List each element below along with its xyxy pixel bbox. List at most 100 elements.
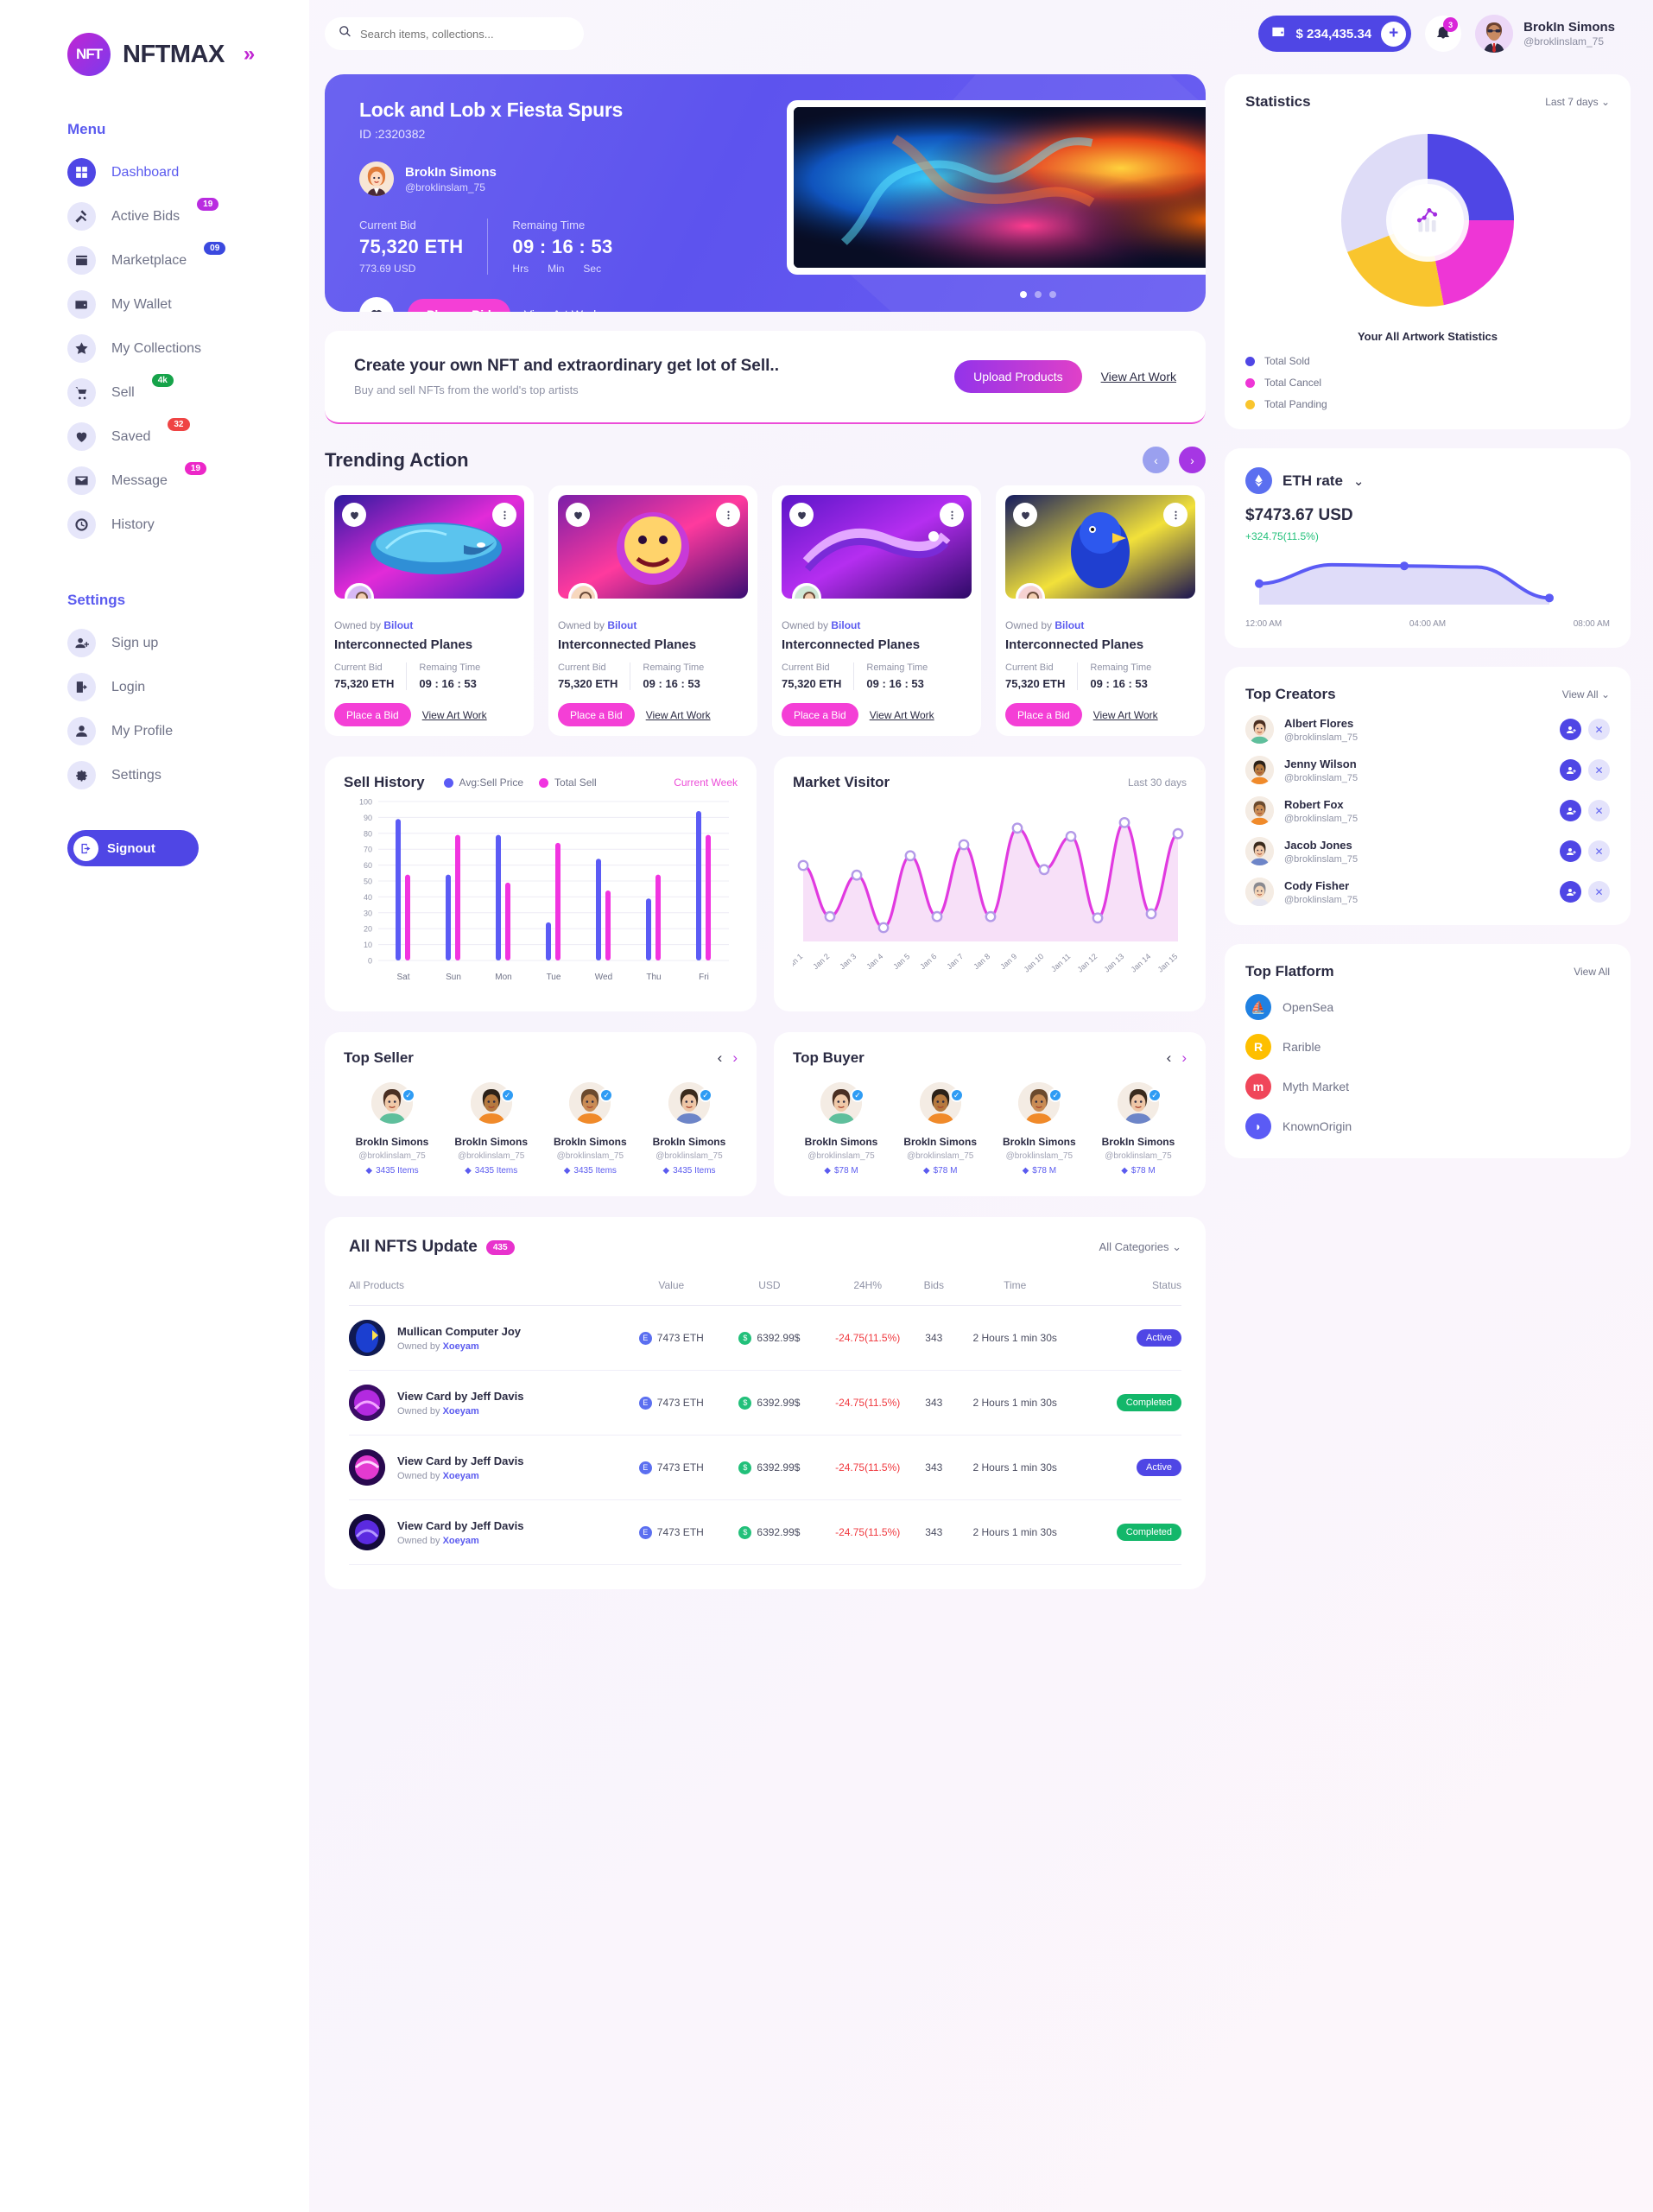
dismiss-creator-icon[interactable]: ✕ xyxy=(1588,881,1610,903)
more-options-icon[interactable] xyxy=(492,503,516,527)
follow-creator-icon[interactable] xyxy=(1560,719,1581,740)
seller-next-icon[interactable]: › xyxy=(732,1049,738,1067)
carousel-dot-1[interactable] xyxy=(1020,291,1027,298)
top-buyer-item[interactable]: ✓ BrokIn Simons @broklinslam_75 ◆ $78 M xyxy=(793,1082,890,1176)
top-seller-item[interactable]: ✓ BrokIn Simons @broklinslam_75 ◆ 3435 Items xyxy=(641,1082,738,1176)
follow-creator-icon[interactable] xyxy=(1560,881,1581,903)
sidebar-item-sign-up[interactable]: Sign up xyxy=(0,621,309,665)
view-artwork-link[interactable]: View Art Work xyxy=(524,307,599,312)
carousel-dot-3[interactable] xyxy=(1049,291,1056,298)
trending-nft-card[interactable]: Owned by Bilout Interconnected Planes Curr… xyxy=(548,485,757,736)
sidebar-item-sell[interactable]: Sell 4k xyxy=(0,371,309,415)
more-options-icon[interactable] xyxy=(716,503,740,527)
follow-creator-icon[interactable] xyxy=(1560,800,1581,821)
table-row[interactable]: View Card by Jeff Davis Owned by Xoeyam E 7… xyxy=(349,1499,1181,1565)
creator-row[interactable]: Jenny Wilson @broklinslam_75 ✕ xyxy=(1245,756,1610,784)
sidebar-item-my-profile[interactable]: My Profile xyxy=(0,709,309,753)
place-bid-button[interactable]: Place a Bid xyxy=(558,703,635,726)
table-row[interactable]: View Card by Jeff Davis Owned by Xoeyam E 7… xyxy=(349,1370,1181,1436)
dismiss-creator-icon[interactable]: ✕ xyxy=(1588,759,1610,781)
sidebar-item-my-wallet[interactable]: My Wallet xyxy=(0,282,309,326)
top-seller-item[interactable]: ✓ BrokIn Simons @broklinslam_75 ◆ 3435 Items xyxy=(344,1082,440,1176)
brand-logo-area[interactable]: NFT NFTMAX » xyxy=(0,21,309,76)
follow-creator-icon[interactable] xyxy=(1560,759,1581,781)
search-box[interactable] xyxy=(325,17,584,50)
top-buyer-item[interactable]: ✓ BrokIn Simons @broklinslam_75 ◆ $78 M xyxy=(991,1082,1087,1176)
place-bid-button[interactable]: Place a Bid xyxy=(782,703,858,726)
top-seller-item[interactable]: ✓ BrokIn Simons @broklinslam_75 ◆ 3435 Items xyxy=(542,1082,638,1176)
table-row[interactable]: View Card by Jeff Davis Owned by Xoeyam E 7… xyxy=(349,1435,1181,1500)
buyer-next-icon[interactable]: › xyxy=(1181,1049,1187,1067)
dismiss-creator-icon[interactable]: ✕ xyxy=(1588,840,1610,862)
place-bid-button[interactable]: Place a Bid xyxy=(334,703,411,726)
platform-row[interactable]: ◗ KnownOrigin xyxy=(1245,1113,1610,1139)
carousel-dot-2[interactable] xyxy=(1035,291,1042,298)
top-buyer-item[interactable]: ✓ BrokIn Simons @broklinslam_75 ◆ $78 M xyxy=(892,1082,989,1176)
dismiss-creator-icon[interactable]: ✕ xyxy=(1588,800,1610,821)
sidebar-item-history[interactable]: History xyxy=(0,503,309,547)
favorite-button[interactable] xyxy=(359,297,394,312)
sidebar-item-settings[interactable]: Settings xyxy=(0,753,309,797)
search-input[interactable] xyxy=(360,27,570,41)
hero-artwork-frame[interactable] xyxy=(787,100,1206,275)
view-artwork-link[interactable]: View Art Work xyxy=(870,709,934,721)
statistics-range-selector[interactable]: Last 7 days ⌄ xyxy=(1545,96,1610,108)
more-options-icon[interactable] xyxy=(1163,503,1188,527)
trending-nft-card[interactable]: Owned by Bilout Interconnected Planes Curr… xyxy=(996,485,1205,736)
sidebar-item-dashboard[interactable]: Dashboard xyxy=(0,150,309,194)
hero-owner[interactable]: BrokIn Simons @broklinslam_75 xyxy=(359,162,765,196)
user-profile-chip[interactable]: BrokIn Simons @broklinslam_75 xyxy=(1475,15,1615,53)
favorite-icon[interactable] xyxy=(1013,503,1037,527)
collapse-sidebar-icon[interactable]: » xyxy=(244,42,255,67)
signout-button[interactable]: Signout xyxy=(67,830,199,866)
upload-products-button[interactable]: Upload Products xyxy=(954,360,1082,393)
more-options-icon[interactable] xyxy=(940,503,964,527)
creator-row[interactable]: Jacob Jones @broklinslam_75 ✕ xyxy=(1245,837,1610,865)
table-row[interactable]: Mullican Computer Joy Owned by Xoeyam E 747… xyxy=(349,1305,1181,1371)
top-creators-view-all[interactable]: View All ⌄ xyxy=(1562,688,1610,700)
place-bid-button[interactable]: Place a Bid xyxy=(408,299,510,312)
creator-row[interactable]: Cody Fisher @broklinslam_75 ✕ xyxy=(1245,878,1610,906)
sidebar-item-my-collections[interactable]: My Collections xyxy=(0,326,309,371)
top-platform-view-all[interactable]: View All xyxy=(1574,966,1610,978)
view-artwork-link[interactable]: View Art Work xyxy=(646,709,711,721)
sidebar-item-saved[interactable]: Saved 32 xyxy=(0,415,309,459)
sidebar-item-message[interactable]: Message 19 xyxy=(0,459,309,503)
follow-creator-icon[interactable] xyxy=(1560,840,1581,862)
hero-owner-name: BrokIn Simons xyxy=(405,164,497,180)
content-columns: Lock and Lob x Fiesta Spurs ID :2320382 xyxy=(309,67,1653,1589)
trending-next-icon[interactable]: › xyxy=(1179,447,1206,473)
favorite-icon[interactable] xyxy=(789,503,814,527)
seller-prev-icon[interactable]: ‹ xyxy=(718,1049,723,1067)
add-funds-icon[interactable]: + xyxy=(1381,21,1407,47)
sidebar-item-marketplace[interactable]: Marketplace 09 xyxy=(0,238,309,282)
favorite-icon[interactable] xyxy=(566,503,590,527)
top-seller-item[interactable]: ✓ BrokIn Simons @broklinslam_75 ◆ 3435 Items xyxy=(443,1082,540,1176)
creator-row[interactable]: Robert Fox @broklinslam_75 ✕ xyxy=(1245,796,1610,825)
sell-history-range[interactable]: Current Week xyxy=(674,776,738,789)
trending-nft-card[interactable]: Owned by Bilout Interconnected Planes Curr… xyxy=(772,485,981,736)
categories-filter[interactable]: All Categories ⌄ xyxy=(1099,1240,1181,1254)
buyer-prev-icon[interactable]: ‹ xyxy=(1167,1049,1172,1067)
notifications-button[interactable]: 3 xyxy=(1425,16,1462,52)
trending-nft-card[interactable]: Owned by Bilout Interconnected Planes Curr… xyxy=(325,485,534,736)
promo-view-artwork-link[interactable]: View Art Work xyxy=(1101,370,1176,383)
top-buyer-item[interactable]: ✓ BrokIn Simons @broklinslam_75 ◆ $78 M xyxy=(1090,1082,1187,1176)
bids-cell: 343 xyxy=(918,1499,950,1565)
chevron-down-icon[interactable]: ⌄ xyxy=(1353,473,1365,489)
platform-row[interactable]: m Myth Market xyxy=(1245,1074,1610,1100)
sidebar-item-active-bids[interactable]: Active Bids 19 xyxy=(0,194,309,238)
creator-row[interactable]: Albert Flores @broklinslam_75 ✕ xyxy=(1245,715,1610,744)
favorite-icon[interactable] xyxy=(342,503,366,527)
eth-rate-header[interactable]: ETH rate ⌄ xyxy=(1245,467,1610,494)
place-bid-button[interactable]: Place a Bid xyxy=(1005,703,1082,726)
trending-prev-icon[interactable]: ‹ xyxy=(1143,447,1169,473)
view-artwork-link[interactable]: View Art Work xyxy=(422,709,487,721)
dismiss-creator-icon[interactable]: ✕ xyxy=(1588,719,1610,740)
platform-row[interactable]: ⛵ OpenSea xyxy=(1245,994,1610,1020)
market-visitor-range[interactable]: Last 30 days xyxy=(1128,776,1187,789)
sidebar-item-login[interactable]: Login xyxy=(0,665,309,709)
platform-row[interactable]: R Rarible xyxy=(1245,1034,1610,1060)
view-artwork-link[interactable]: View Art Work xyxy=(1093,709,1158,721)
wallet-balance-button[interactable]: $ 234,435.34 + xyxy=(1257,16,1412,52)
